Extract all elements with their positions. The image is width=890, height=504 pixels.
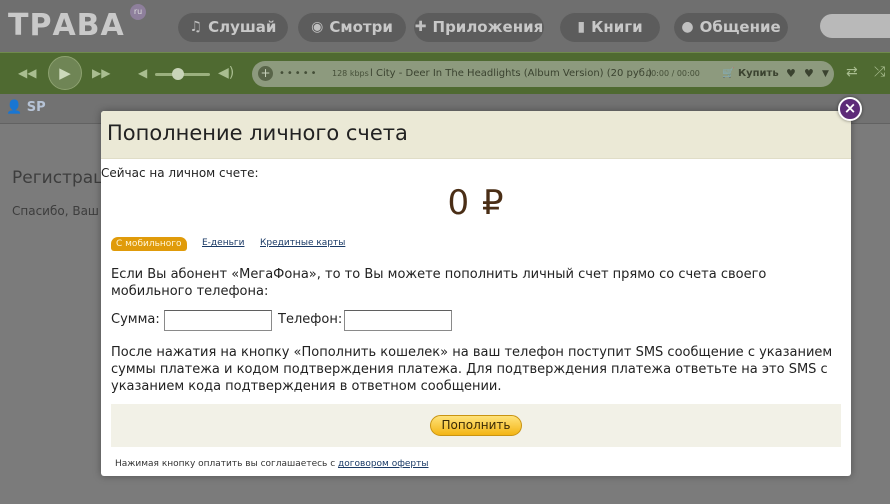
- dialog-header: Пополнение личного счета: [101, 111, 851, 159]
- like-icon[interactable]: ♥: [786, 61, 796, 87]
- nav-watch-button[interactable]: ◉ Смотри: [298, 12, 406, 42]
- balance-label: Сейчас на личном счете:: [101, 166, 259, 180]
- buy-track-button[interactable]: 🛒 Купить: [722, 61, 779, 87]
- tab-e-money[interactable]: E-деньги: [202, 238, 244, 248]
- favorite-icon[interactable]: ♥: [804, 61, 814, 87]
- offer-agreement-text: Нажимая кнопку оплатить вы соглашаетесь …: [115, 459, 429, 469]
- nav-books-label: Книги: [591, 18, 643, 36]
- audio-player-bar: ◀◀ ▶ ▶▶ ◀ ◀) + ••••• 128 kbps l City - D…: [0, 52, 890, 94]
- buy-label: Купить: [737, 68, 779, 79]
- shuffle-icon[interactable]: ⤮: [874, 64, 885, 80]
- nav-listen-button[interactable]: ♫ Слушай: [178, 12, 288, 42]
- tab-mobile[interactable]: С мобильного: [111, 237, 187, 251]
- eye-icon: ◉: [311, 19, 324, 35]
- add-track-icon[interactable]: +: [258, 66, 273, 81]
- user-name: SP: [26, 100, 46, 115]
- mobile-payment-description: Если Вы абонент «МегаФона», то то Вы мож…: [111, 267, 767, 299]
- volume-slider-handle[interactable]: [172, 68, 184, 80]
- nav-community-button[interactable]: ● Общение: [674, 12, 788, 42]
- payment-action-area: Пополнить: [111, 404, 841, 447]
- now-playing-bar[interactable]: + ••••• 128 kbps l City - Deer In The He…: [252, 61, 834, 87]
- chat-bubble-icon: ●: [681, 19, 694, 35]
- repeat-icon[interactable]: ⇄: [846, 64, 858, 80]
- track-time: 00:00 / 00:00: [646, 69, 700, 78]
- track-menu-icon[interactable]: •••••: [279, 61, 319, 87]
- sms-instructions: После нажатия на кнопку «Пополнить кошел…: [111, 345, 833, 394]
- background-page-text: Спасибо, Ваш: [12, 204, 99, 218]
- nav-apps-label: Приложения: [432, 18, 544, 36]
- site-logo[interactable]: ТРАВА: [8, 8, 125, 43]
- top-navigation-bar: ТРАВА ru ♫ Слушай ◉ Смотри ✚ Приложения …: [0, 0, 890, 52]
- nav-listen-label: Слушай: [208, 18, 277, 36]
- phone-input[interactable]: [344, 310, 452, 331]
- next-track-icon[interactable]: ▶▶: [92, 66, 110, 80]
- user-menu[interactable]: 👤 SP: [6, 100, 46, 115]
- track-title: l City - Deer In The Headlights (Album V…: [370, 68, 653, 79]
- user-icon: 👤: [6, 100, 23, 115]
- offer-agreement-label: Нажимая кнопку оплатить вы соглашаетесь …: [115, 459, 336, 469]
- tab-credit-cards[interactable]: Кредитные карты: [260, 238, 345, 248]
- volume-low-icon[interactable]: ◀: [138, 66, 147, 80]
- top-up-account-dialog: Пополнение личного счета Сейчас на лично…: [101, 111, 851, 476]
- nav-watch-label: Смотри: [329, 18, 393, 36]
- close-dialog-button[interactable]: ×: [838, 97, 862, 121]
- volume-high-icon[interactable]: ◀): [218, 65, 234, 81]
- play-button[interactable]: ▶: [48, 56, 82, 90]
- cart-icon: 🛒: [722, 68, 735, 79]
- gamepad-icon: ✚: [414, 19, 427, 35]
- logo-ru-badge: ru: [130, 4, 146, 20]
- track-bitrate: 128 kbps: [332, 69, 369, 78]
- nav-books-button[interactable]: ▮ Книги: [560, 12, 660, 42]
- dialog-title: Пополнение личного счета: [107, 121, 408, 145]
- nav-community-label: Общение: [699, 18, 781, 36]
- amount-label: Сумма:: [111, 312, 160, 327]
- background-page-title: Регистрац: [12, 168, 105, 188]
- previous-track-icon[interactable]: ◀◀: [18, 66, 36, 80]
- play-icon: ▶: [59, 64, 71, 82]
- phone-label: Телефон:: [278, 312, 343, 327]
- offer-agreement-link[interactable]: договором оферты: [338, 459, 428, 469]
- balance-value: 0 ₽: [447, 183, 505, 223]
- book-icon: ▮: [577, 19, 586, 35]
- close-icon: ×: [843, 99, 857, 117]
- chevron-down-icon[interactable]: ▼: [822, 61, 829, 87]
- nav-apps-button[interactable]: ✚ Приложения: [414, 12, 544, 42]
- top-up-button[interactable]: Пополнить: [430, 415, 522, 436]
- search-input[interactable]: [820, 14, 890, 38]
- music-note-icon: ♫: [189, 19, 203, 35]
- amount-input[interactable]: [164, 310, 272, 331]
